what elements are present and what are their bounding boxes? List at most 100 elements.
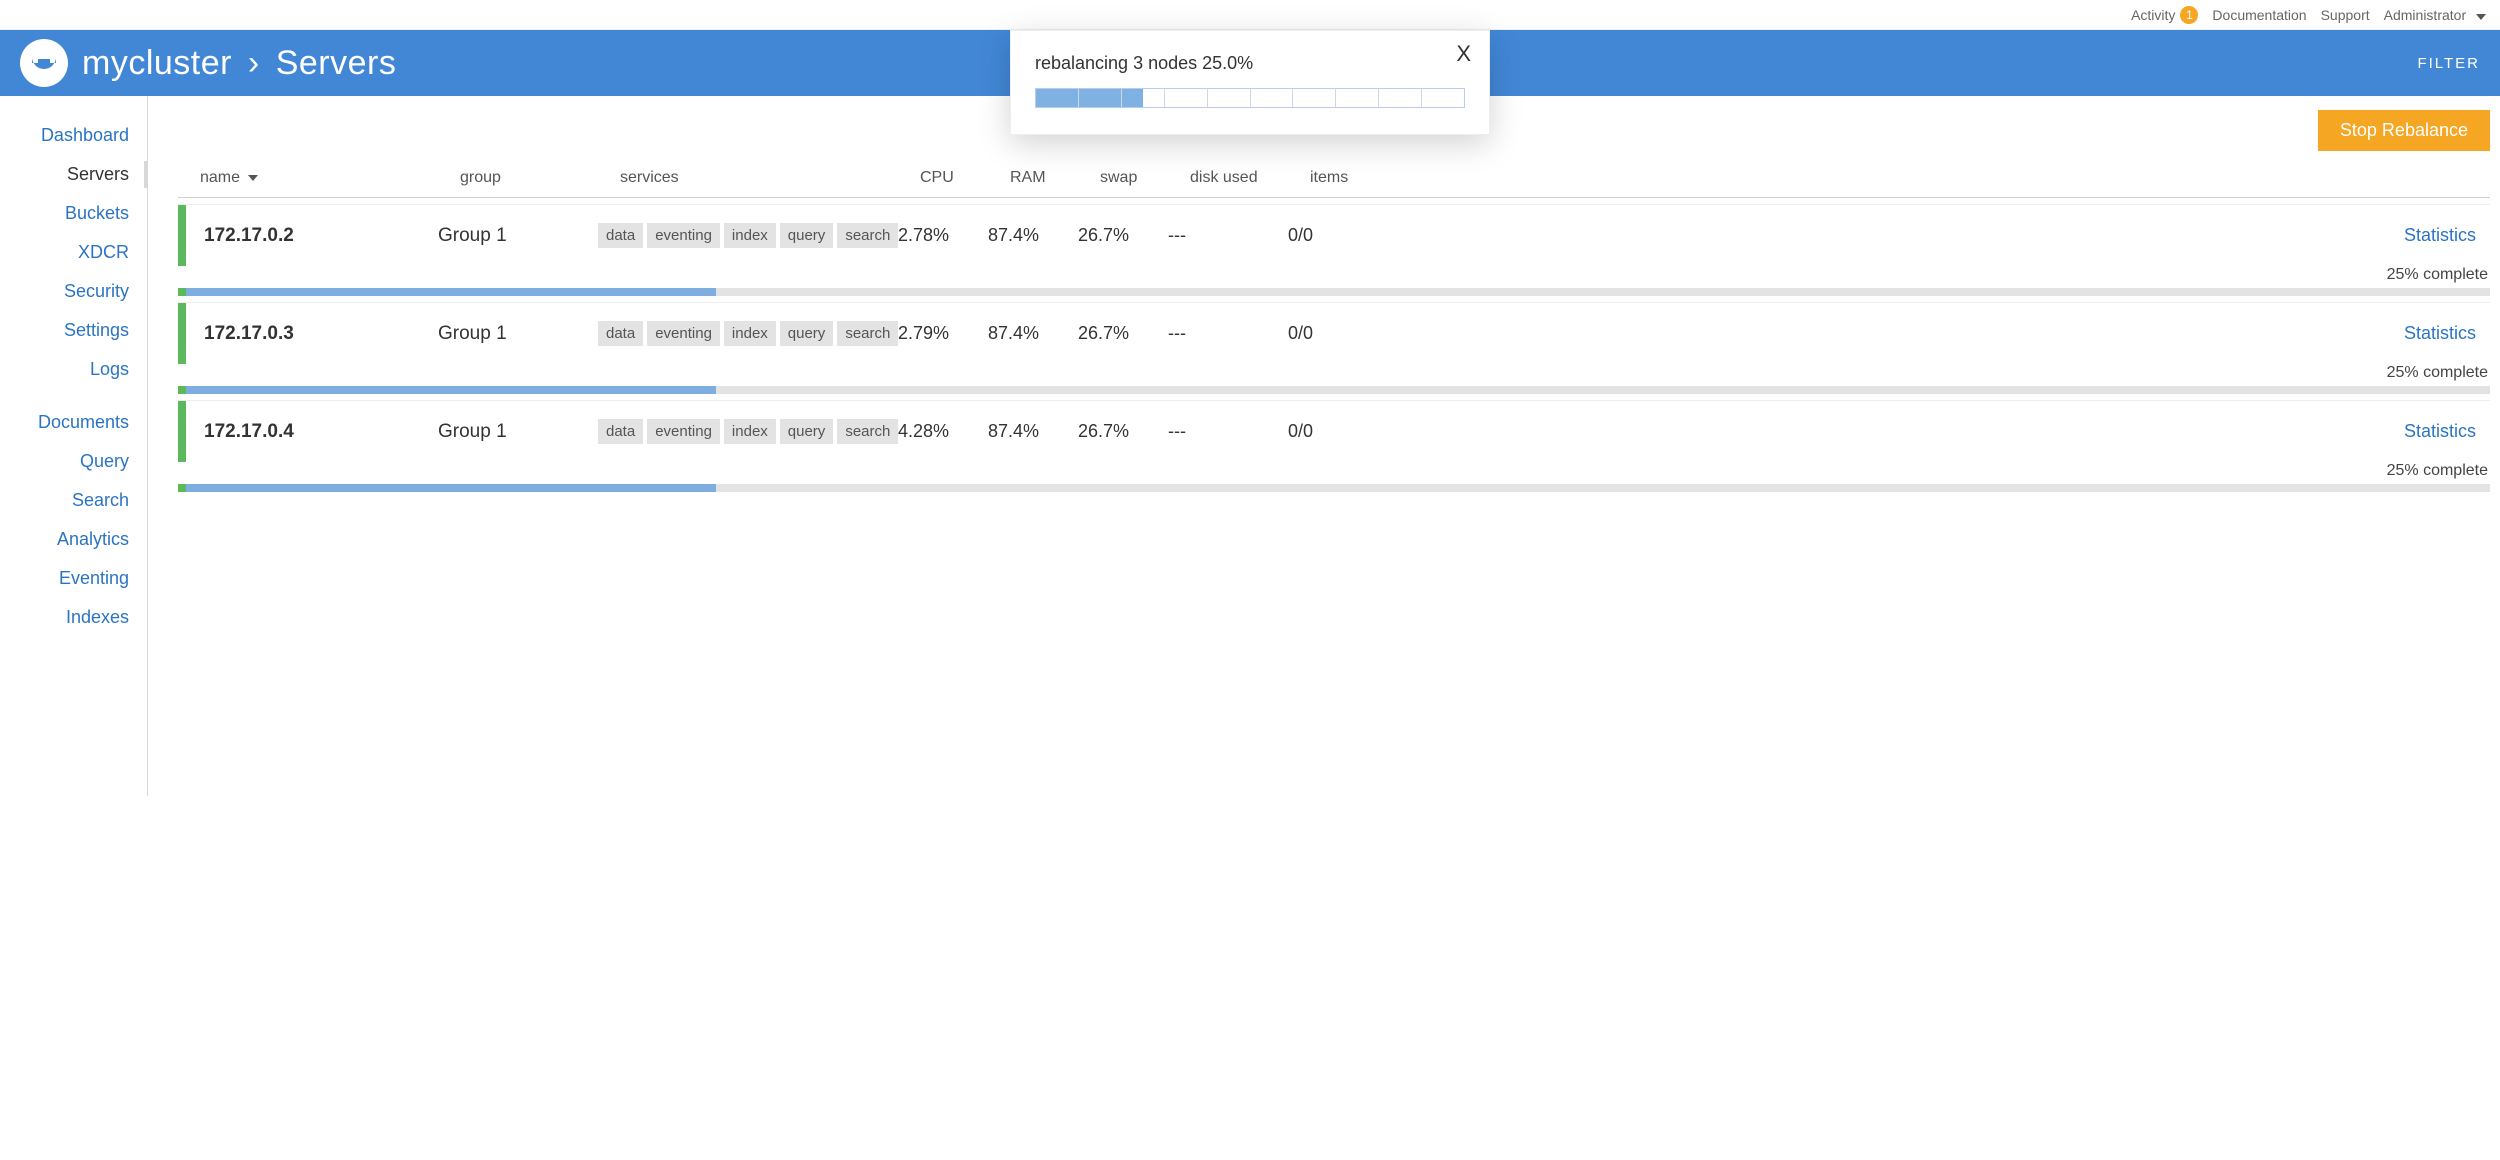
sidebar-item-indexes[interactable]: Indexes	[0, 598, 147, 637]
status-indicator	[178, 205, 186, 266]
sidebar-spacer	[0, 389, 147, 403]
sidebar-item-dashboard[interactable]: Dashboard	[0, 116, 147, 155]
col-services-header[interactable]: services	[620, 169, 920, 187]
row-progress-fill	[186, 386, 716, 394]
service-tag-data: data	[598, 321, 643, 346]
sort-desc-icon	[248, 175, 258, 181]
service-tag-eventing: eventing	[647, 321, 720, 346]
table-row[interactable]: 172.17.0.3Group 1dataeventingindexquerys…	[178, 302, 2490, 394]
server-group: Group 1	[438, 323, 598, 345]
sidebar-item-eventing[interactable]: Eventing	[0, 559, 147, 598]
cpu-value: 2.78%	[898, 225, 988, 246]
services-list: dataeventingindexquerysearch	[598, 223, 898, 248]
administrator-label: Administrator	[2384, 7, 2466, 23]
col-swap-header[interactable]: swap	[1100, 169, 1190, 187]
col-name-label: name	[200, 169, 240, 187]
disk-used-value: ---	[1168, 323, 1288, 344]
support-link[interactable]: Support	[2321, 7, 2370, 23]
sidebar-item-query[interactable]: Query	[0, 442, 147, 481]
sidebar-item-settings[interactable]: Settings	[0, 311, 147, 350]
close-button[interactable]: X	[1456, 41, 1471, 67]
breadcrumb: mycluster › Servers	[82, 44, 396, 83]
chevron-down-icon	[2476, 14, 2486, 20]
cpu-value: 2.79%	[898, 323, 988, 344]
sidebar-item-logs[interactable]: Logs	[0, 350, 147, 389]
topbar: Activity 1 Documentation Support Adminis…	[0, 0, 2500, 30]
row-progress-edge	[178, 288, 186, 296]
row-progress-label: 25% complete	[178, 462, 2490, 484]
services-list: dataeventingindexquerysearch	[598, 321, 898, 346]
status-indicator	[178, 303, 186, 364]
server-group: Group 1	[438, 421, 598, 443]
sidebar: DashboardServersBucketsXDCRSecuritySetti…	[0, 96, 148, 796]
ram-value: 87.4%	[988, 323, 1078, 344]
server-group: Group 1	[438, 225, 598, 247]
stop-rebalance-button[interactable]: Stop Rebalance	[2318, 110, 2490, 151]
filter-button[interactable]: FILTER	[2417, 55, 2480, 72]
service-tag-query: query	[780, 223, 834, 248]
activity-label: Activity	[2131, 7, 2175, 23]
table-row[interactable]: 172.17.0.4Group 1dataeventingindexquerys…	[178, 400, 2490, 492]
section-title: Servers	[276, 44, 397, 82]
col-cpu-header[interactable]: CPU	[920, 169, 1010, 187]
swap-value: 26.7%	[1078, 323, 1168, 344]
row-progress-label: 25% complete	[178, 266, 2490, 288]
disk-used-value: ---	[1168, 225, 1288, 246]
disk-used-value: ---	[1168, 421, 1288, 442]
sidebar-item-security[interactable]: Security	[0, 272, 147, 311]
sidebar-item-servers[interactable]: Servers	[0, 155, 147, 194]
items-value: 0/0	[1288, 323, 1408, 344]
statistics-link[interactable]: Statistics	[1408, 225, 2476, 246]
cluster-name[interactable]: mycluster	[82, 44, 232, 82]
col-disk-header[interactable]: disk used	[1190, 169, 1310, 187]
main-content: Stop Rebalance name group services CPU R…	[148, 96, 2500, 796]
server-name: 172.17.0.4	[186, 421, 438, 443]
activity-link[interactable]: Activity 1	[2131, 6, 2198, 24]
row-progress-edge	[178, 386, 186, 394]
row-progress-bar	[186, 484, 2490, 492]
table-row[interactable]: 172.17.0.2Group 1dataeventingindexquerys…	[178, 204, 2490, 296]
administrator-menu[interactable]: Administrator	[2384, 7, 2486, 23]
swap-value: 26.7%	[1078, 421, 1168, 442]
items-value: 0/0	[1288, 225, 1408, 246]
row-progress-edge	[178, 484, 186, 492]
ram-value: 87.4%	[988, 225, 1078, 246]
service-tag-eventing: eventing	[647, 223, 720, 248]
statistics-link[interactable]: Statistics	[1408, 421, 2476, 442]
service-tag-index: index	[724, 419, 776, 444]
service-tag-search: search	[837, 321, 898, 346]
row-progress-bar	[186, 386, 2490, 394]
popup-text: rebalancing 3 nodes 25.0%	[1035, 53, 1465, 74]
service-tag-search: search	[837, 223, 898, 248]
sidebar-item-analytics[interactable]: Analytics	[0, 520, 147, 559]
sidebar-item-xdcr[interactable]: XDCR	[0, 233, 147, 272]
col-name-header[interactable]: name	[200, 169, 460, 187]
service-tag-data: data	[598, 223, 643, 248]
col-items-header[interactable]: items	[1310, 169, 1430, 187]
server-name: 172.17.0.2	[186, 225, 438, 247]
documentation-link[interactable]: Documentation	[2212, 7, 2306, 23]
service-tag-query: query	[780, 321, 834, 346]
service-tag-index: index	[724, 321, 776, 346]
row-progress-fill	[186, 484, 716, 492]
sidebar-item-search[interactable]: Search	[0, 481, 147, 520]
col-ram-header[interactable]: RAM	[1010, 169, 1100, 187]
ram-value: 87.4%	[988, 421, 1078, 442]
activity-badge: 1	[2180, 6, 2198, 24]
sidebar-item-documents[interactable]: Documents	[0, 403, 147, 442]
items-value: 0/0	[1288, 421, 1408, 442]
service-tag-index: index	[724, 223, 776, 248]
statistics-link[interactable]: Statistics	[1408, 323, 2476, 344]
col-group-header[interactable]: group	[460, 169, 620, 187]
swap-value: 26.7%	[1078, 225, 1168, 246]
cpu-value: 4.28%	[898, 421, 988, 442]
service-tag-query: query	[780, 419, 834, 444]
breadcrumb-separator: ›	[248, 44, 260, 82]
service-tag-search: search	[837, 419, 898, 444]
logo-icon	[20, 39, 68, 87]
server-name: 172.17.0.3	[186, 323, 438, 345]
row-progress-bar	[186, 288, 2490, 296]
row-progress-label: 25% complete	[178, 364, 2490, 386]
sidebar-item-buckets[interactable]: Buckets	[0, 194, 147, 233]
row-progress-fill	[186, 288, 716, 296]
